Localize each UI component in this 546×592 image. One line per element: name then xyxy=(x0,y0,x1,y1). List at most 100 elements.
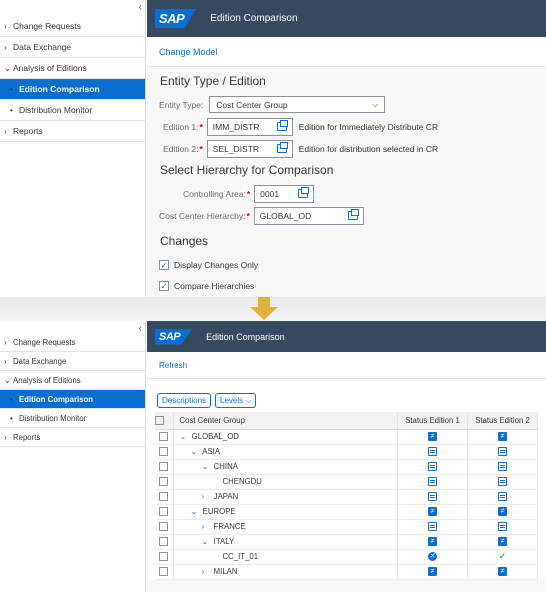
tree-node-label: EUROPE xyxy=(202,507,236,516)
row-checkbox[interactable] xyxy=(155,534,174,550)
table-row[interactable]: CHENGDU xyxy=(155,474,538,490)
table-row[interactable]: ⌄ ITALY ≠ ≠ xyxy=(155,534,538,550)
tree-node[interactable]: ⌄ CHINA xyxy=(173,459,398,475)
table-row[interactable]: › FRANCE xyxy=(155,519,538,535)
column-header-status2[interactable]: Status Edition 2 xyxy=(467,412,538,430)
table-row[interactable]: ⌄ CHINA xyxy=(155,459,538,475)
status-edition1-cell: ≠ xyxy=(397,564,468,580)
equal-status-icon xyxy=(498,492,507,502)
nav-data-exchange[interactable]: › Data Exchange xyxy=(0,352,145,371)
chevron-down-icon[interactable]: ⌄ xyxy=(202,537,212,546)
change-model-button[interactable]: Change Model xyxy=(159,47,218,57)
collapse-icon[interactable]: ‹ xyxy=(139,323,142,334)
nav-analysis-of-editions[interactable]: ⌄ Analysis of Editions xyxy=(0,371,145,390)
nav-change-requests[interactable]: › Change Requests xyxy=(0,16,145,37)
tree-node[interactable]: ⌄ ITALY xyxy=(173,534,398,550)
nav-data-exchange[interactable]: › Data Exchange xyxy=(0,37,145,58)
sap-logo[interactable]: SAP xyxy=(155,328,193,345)
nav-edition-comparison[interactable]: • Edition Comparison xyxy=(0,79,145,100)
entity-type-select[interactable]: Cost Center Group ⌵ xyxy=(209,96,386,113)
display-changes-only-checkbox[interactable]: ✓ Display Changes Only xyxy=(159,254,534,275)
row-checkbox[interactable] xyxy=(155,504,174,520)
status-edition2-cell xyxy=(467,489,538,505)
table-row[interactable]: CC_IT_01 ✕ ✓ xyxy=(155,549,538,565)
selection-form: Entity Type / Edition Entity Type: Cost … xyxy=(147,67,546,300)
table-row[interactable]: ⌄ ASIA xyxy=(155,444,538,460)
chevron-down-icon[interactable]: ⌄ xyxy=(202,462,212,471)
not-equal-status-icon: ≠ xyxy=(428,507,437,517)
status-edition2-cell: ≠ xyxy=(467,564,538,580)
tree-node[interactable]: › JAPAN xyxy=(173,489,398,505)
status-edition2-cell: ≠ xyxy=(467,534,538,550)
edition2-input[interactable]: SEL_DISTR xyxy=(206,139,293,158)
tree-node[interactable]: ⌄ ASIA xyxy=(173,444,398,460)
section-changes-title: Changes xyxy=(160,234,209,248)
column-header-status1[interactable]: Status Edition 1 xyxy=(397,412,468,430)
value-help-icon[interactable] xyxy=(276,142,288,153)
descriptions-button[interactable]: Descriptions xyxy=(157,393,212,408)
value-help-icon[interactable] xyxy=(347,209,359,220)
tree-node-label: MILAN xyxy=(213,567,238,576)
collapse-icon[interactable]: ‹ xyxy=(139,2,142,13)
nav-change-requests[interactable]: › Change Requests xyxy=(0,333,145,352)
nav-distribution-monitor[interactable]: • Distribution Monitor xyxy=(0,409,145,428)
tree-node[interactable]: ⌄ GLOBAL_OD xyxy=(173,429,398,445)
status-edition2-cell xyxy=(467,444,538,460)
sap-logo[interactable]: SAP xyxy=(155,9,197,28)
row-checkbox[interactable] xyxy=(155,489,174,505)
tree-node-label: CHENGDU xyxy=(222,477,262,486)
chevron-down-icon[interactable]: ⌄ xyxy=(191,507,201,516)
row-checkbox[interactable] xyxy=(155,429,174,445)
chevron-right-icon[interactable]: › xyxy=(202,492,212,501)
chevron-down-icon[interactable]: ⌄ xyxy=(191,447,201,456)
equal-status-icon xyxy=(428,447,437,457)
arrow-down-icon xyxy=(250,297,278,321)
nav-distribution-monitor[interactable]: • Distribution Monitor xyxy=(0,100,145,121)
equal-status-icon xyxy=(498,477,507,487)
nav-reports[interactable]: › Reports xyxy=(0,428,145,447)
chevron-right-icon[interactable]: › xyxy=(202,522,212,531)
table-row[interactable]: ⌄ EUROPE ≠ ≠ xyxy=(155,504,538,520)
select-all-checkbox[interactable] xyxy=(155,412,174,430)
toolbar: Change Model xyxy=(147,37,546,67)
edition2-label: Edition 2: xyxy=(163,143,199,154)
status-edition2-cell xyxy=(467,519,538,535)
tree-node[interactable]: CC_IT_01 xyxy=(173,549,398,565)
equal-status-icon xyxy=(498,447,507,457)
row-checkbox[interactable] xyxy=(155,444,174,460)
controlling-area-input[interactable]: 0001 xyxy=(254,184,315,203)
row-checkbox[interactable] xyxy=(155,519,174,535)
equal-status-icon xyxy=(428,477,437,487)
value-help-icon[interactable] xyxy=(298,187,310,198)
column-header-group[interactable]: Cost Center Group xyxy=(173,412,398,430)
nav-reports[interactable]: › Reports xyxy=(0,121,145,142)
refresh-button[interactable]: Refresh xyxy=(159,361,187,370)
row-checkbox[interactable] xyxy=(155,474,174,490)
hierarchy-input[interactable]: GLOBAL_OD xyxy=(253,206,364,225)
row-checkbox[interactable] xyxy=(155,564,174,580)
tree-node[interactable]: › MILAN xyxy=(173,564,398,580)
row-checkbox[interactable] xyxy=(155,549,174,565)
nav-edition-comparison[interactable]: • Edition Comparison xyxy=(0,390,145,409)
side-navigation: ‹ › Change Requests › Data Exchange ⌄ Analy… xyxy=(0,0,146,297)
equal-status-icon xyxy=(498,522,507,532)
tree-node[interactable]: › FRANCE xyxy=(173,519,398,535)
tree-node[interactable]: ⌄ EUROPE xyxy=(173,504,398,520)
not-equal-status-icon: ≠ xyxy=(428,567,437,577)
not-equal-status-icon: ≠ xyxy=(428,432,437,442)
chevron-right-icon[interactable]: › xyxy=(202,567,212,576)
status-edition1-cell xyxy=(397,519,468,535)
row-checkbox[interactable] xyxy=(155,459,174,475)
table-row[interactable]: › JAPAN xyxy=(155,489,538,505)
compare-hierarchies-checkbox[interactable]: ✓ Compare Hierarchies xyxy=(159,275,534,296)
controlling-area-label: Controlling Area: xyxy=(183,188,246,199)
status-edition2-cell xyxy=(467,474,538,490)
nav-analysis-of-editions[interactable]: ⌄ Analysis of Editions xyxy=(0,58,145,79)
edition1-input[interactable]: IMM_DISTR xyxy=(206,117,293,136)
value-help-icon[interactable] xyxy=(276,120,288,131)
levels-button[interactable]: Levels ⌵ xyxy=(215,393,257,408)
table-row[interactable]: ⌄ GLOBAL_OD ≠ ≠ xyxy=(155,429,538,445)
chevron-down-icon[interactable]: ⌄ xyxy=(180,432,190,441)
table-row[interactable]: › MILAN ≠ ≠ xyxy=(155,564,538,580)
tree-node[interactable]: CHENGDU xyxy=(173,474,398,490)
